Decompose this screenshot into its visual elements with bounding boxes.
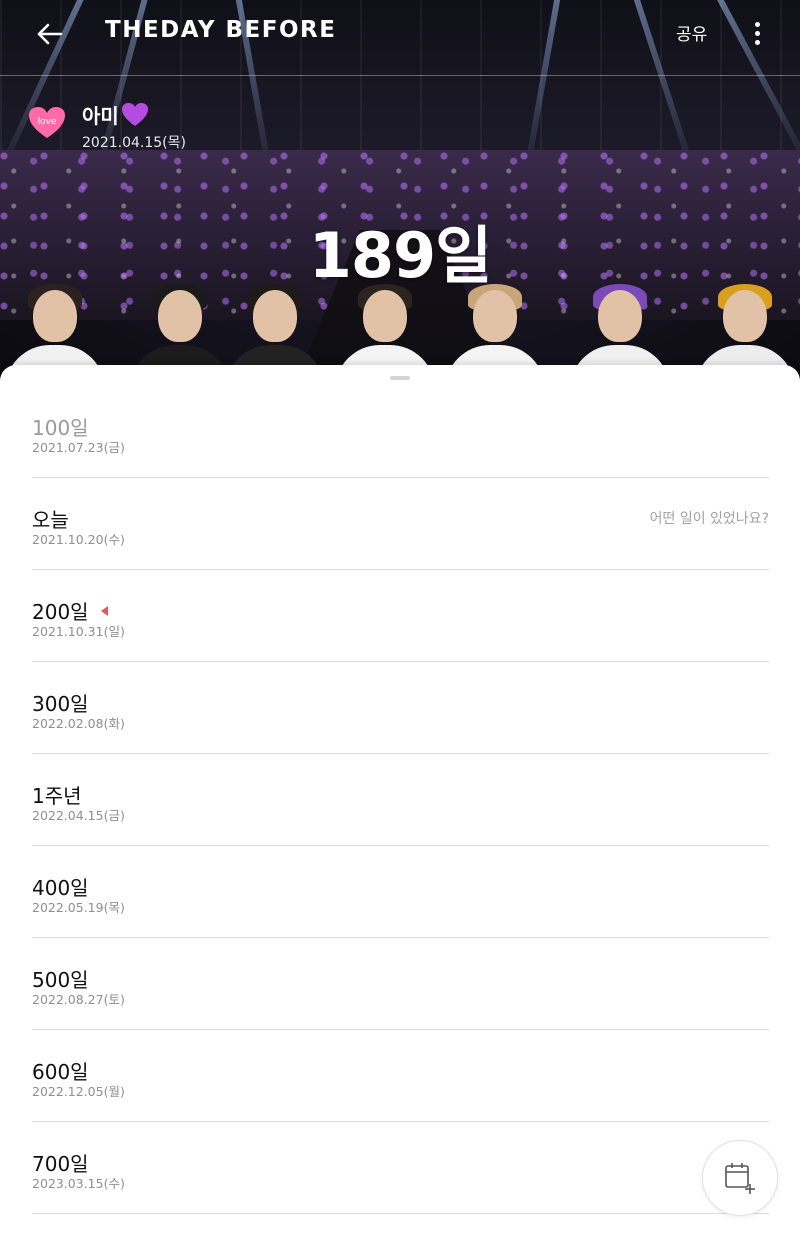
milestone-row[interactable]: 200일 2021.10.31(일) [32, 570, 769, 662]
milestone-row[interactable]: 600일 2022.12.05(월) [32, 1030, 769, 1122]
milestone-date: 2022.08.27(토) [32, 992, 125, 1007]
milestone-sheet: 100일 2021.07.23(금) 오늘 2021.10.20(수) 어떤 일… [0, 365, 800, 1238]
day-counter: 189일 [308, 219, 492, 292]
milestone-row[interactable]: 1주년 2022.04.15(금) [32, 754, 769, 846]
profile-name: 아미 [82, 100, 149, 129]
svg-text:love: love [38, 117, 57, 127]
milestone-row-today[interactable]: 오늘 2021.10.20(수) 어떤 일이 있었나요? [32, 478, 769, 570]
love-heart-badge-icon: love [28, 106, 66, 140]
app-logo: THEDAY BEFORE [105, 17, 337, 43]
more-vertical-icon [754, 21, 760, 27]
milestone-date: 2022.05.19(목) [32, 900, 125, 915]
milestone-row[interactable]: 100일 2021.07.23(금) [32, 386, 769, 478]
back-button[interactable] [30, 14, 70, 54]
milestone-date: 2021.07.23(금) [32, 440, 125, 455]
calendar-add-icon [725, 1163, 755, 1194]
milestone-date: 2022.04.15(금) [32, 808, 125, 823]
top-bar: THEDAY BEFORE 공유 [0, 0, 800, 76]
next-milestone-marker-icon [100, 605, 108, 616]
profile-name-text: 아미 [82, 104, 119, 128]
add-anniversary-button[interactable] [702, 1140, 778, 1216]
milestone-list: 100일 2021.07.23(금) 오늘 2021.10.20(수) 어떤 일… [32, 386, 769, 1214]
milestone-date: 2023.03.15(수) [32, 1176, 125, 1191]
milestone-date: 2021.10.20(수) [32, 532, 125, 547]
milestone-row[interactable]: 400일 2022.05.19(목) [32, 846, 769, 938]
milestone-row[interactable]: 300일 2022.02.08(화) [32, 662, 769, 754]
more-menu-button[interactable] [742, 18, 772, 48]
sheet-drag-handle[interactable] [390, 376, 410, 380]
milestone-date: 2021.10.31(일) [32, 624, 125, 639]
milestone-row[interactable]: 500일 2022.08.27(토) [32, 938, 769, 1030]
purple-heart-icon [121, 102, 148, 126]
start-date: 2021.04.15(목) [82, 135, 186, 151]
milestone-date: 2022.12.05(월) [32, 1084, 125, 1099]
share-button[interactable]: 공유 [676, 20, 707, 45]
milestone-date: 2022.02.08(화) [32, 716, 125, 731]
milestone-row[interactable]: 700일 2023.03.15(수) [32, 1122, 769, 1214]
arrow-left-icon [37, 23, 63, 45]
memo-hint[interactable]: 어떤 일이 있었나요? [650, 508, 769, 528]
